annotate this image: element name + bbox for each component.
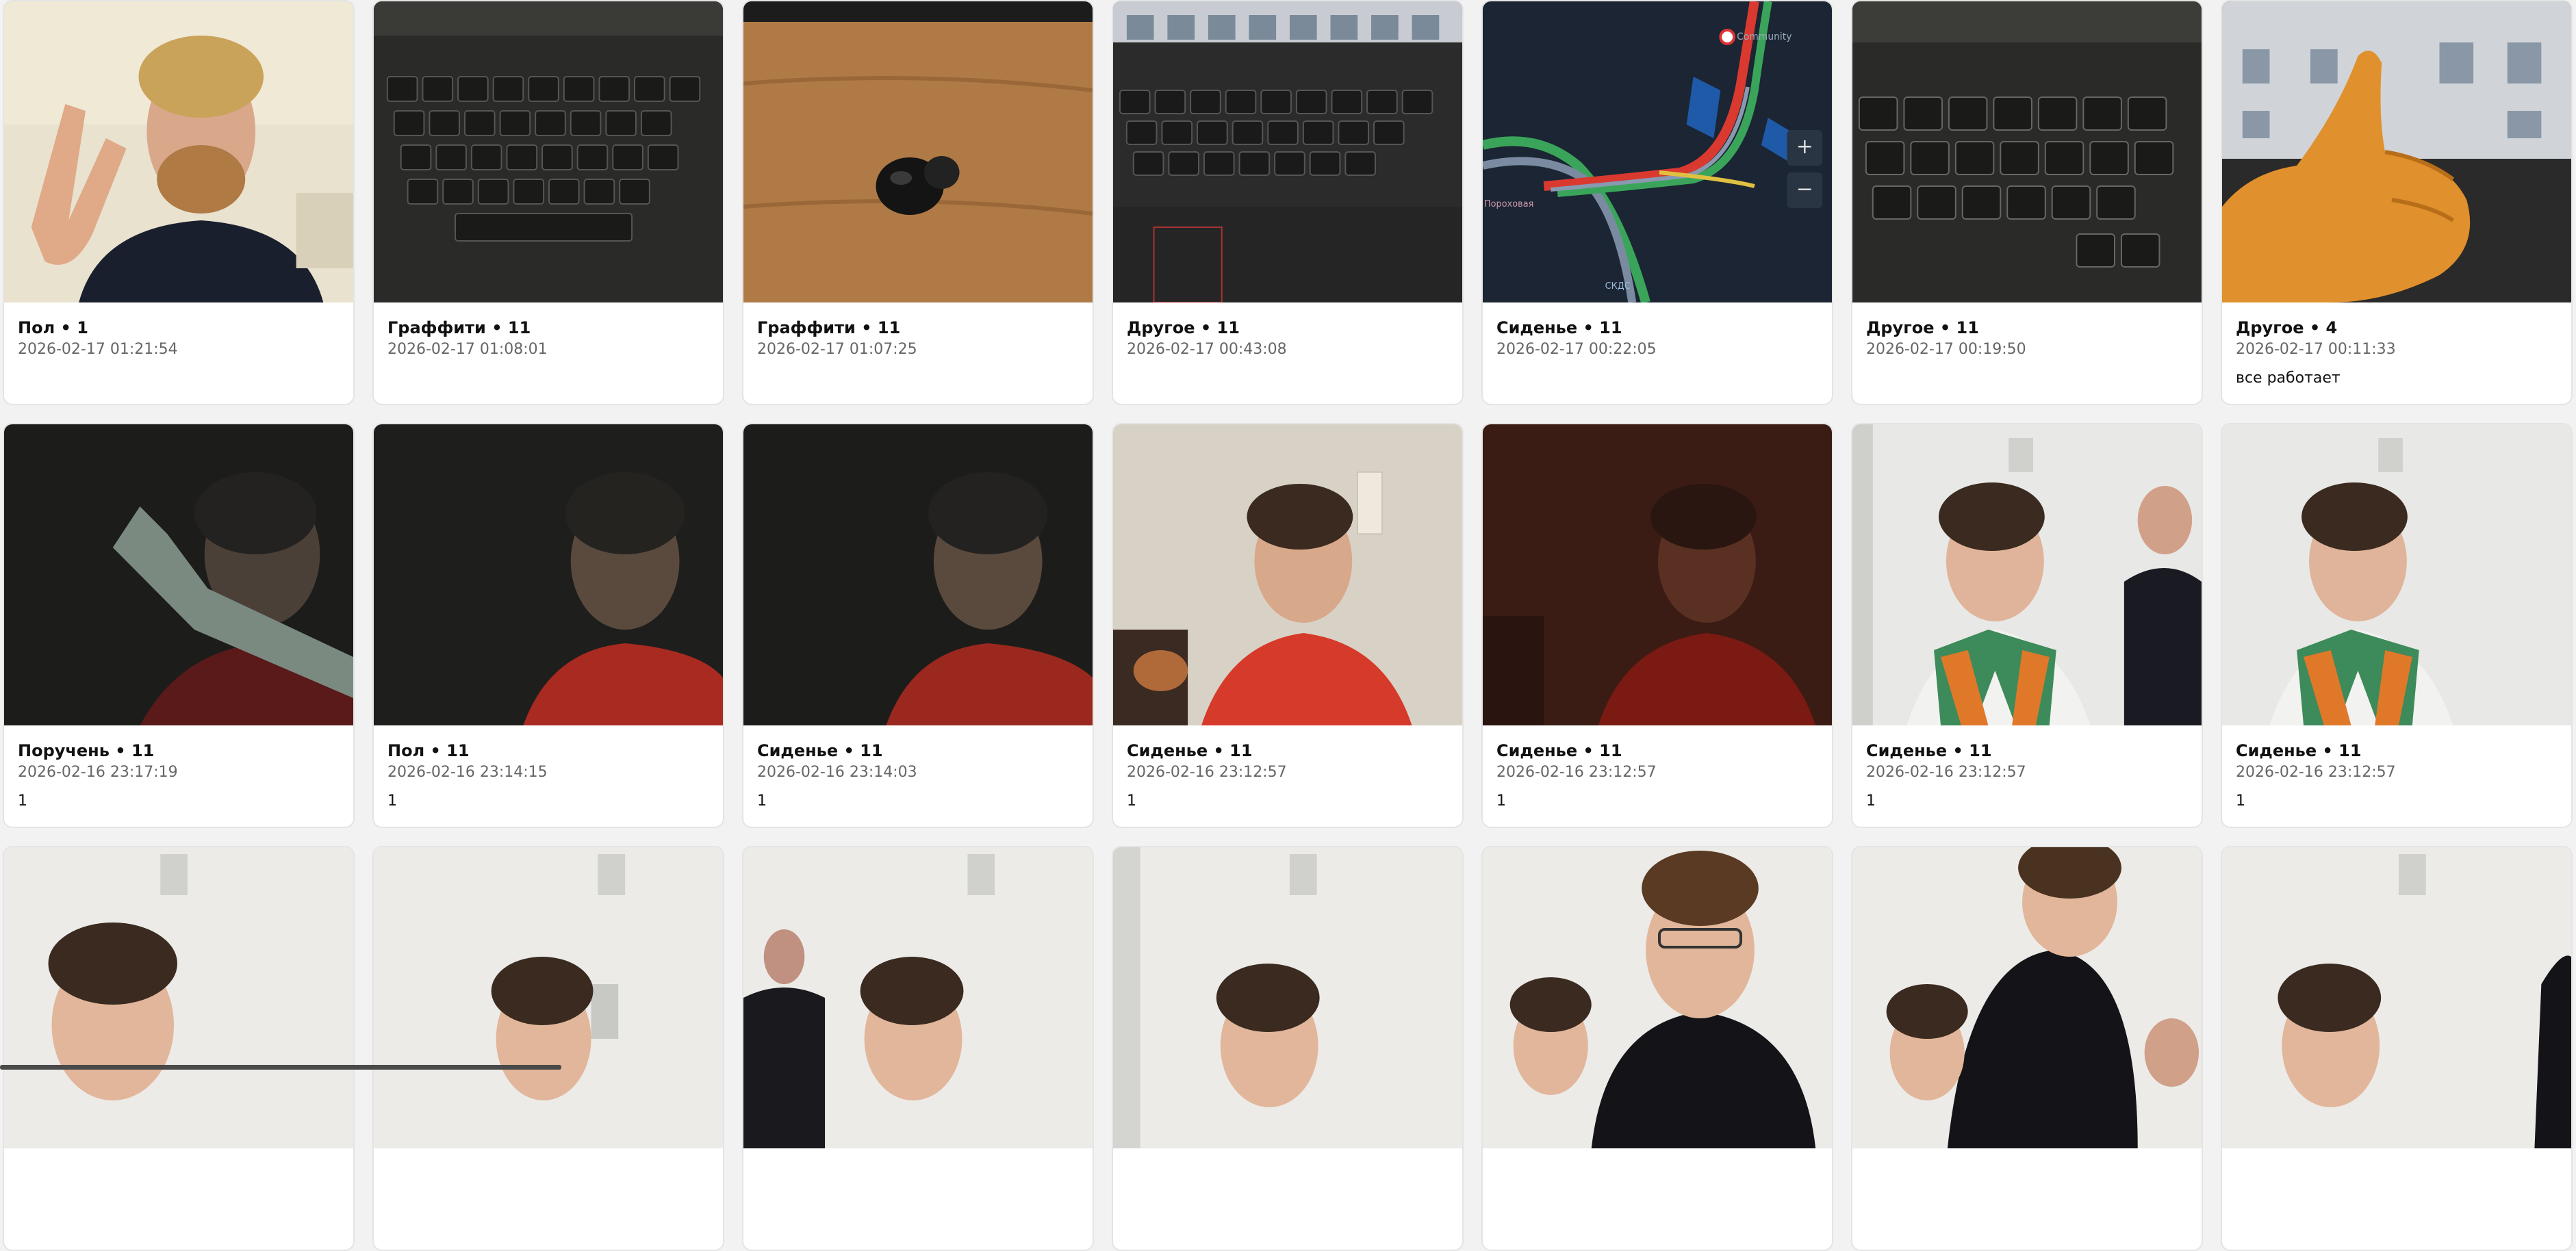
card-date: 2026-02-17 01:21:54: [18, 339, 342, 360]
card-date: 2026-02-16 23:12:57: [1496, 762, 1821, 783]
card-date: 2026-02-16 23:12:57: [1127, 762, 1451, 783]
photo-card[interactable]: Другое • 4 2026-02-17 00:11:33 все работ…: [2221, 0, 2573, 405]
photo-thumbnail: [1483, 847, 1832, 1148]
photo-thumbnail: [1852, 847, 2202, 1148]
photo-card[interactable]: Пол • 11 2026-02-16 23:14:15 1: [372, 423, 724, 828]
card-title: Пол • 1: [18, 318, 342, 338]
card-note: все работает: [2236, 368, 2560, 389]
photo-card[interactable]: [2221, 846, 2573, 1251]
photo-card[interactable]: [742, 846, 1094, 1251]
card-note: 1: [1866, 791, 2191, 812]
photo-card[interactable]: [372, 846, 724, 1251]
card-date: 2026-02-16 23:14:03: [757, 762, 1082, 783]
photo-thumbnail: [4, 1, 353, 302]
card-note: 1: [1496, 791, 1821, 812]
photo-thumbnail: [374, 847, 723, 1148]
card-date: 2026-02-16 23:17:19: [18, 762, 342, 783]
card-note: 1: [2236, 791, 2560, 812]
photo-card[interactable]: Поручень • 11 2026-02-16 23:17:19 1: [3, 423, 355, 828]
photo-card[interactable]: Сиденье • 11 2026-02-16 23:14:03 1: [742, 423, 1094, 828]
photo-thumbnail: Community Пороховая СКДС + −: [1483, 1, 1832, 302]
card-note: 1: [387, 791, 712, 812]
photo-card[interactable]: Другое • 11 2026-02-17 00:43:08: [1112, 0, 1464, 405]
photo-thumbnail: [1483, 424, 1832, 725]
card-title: Другое • 4: [2236, 318, 2560, 338]
card-date: 2026-02-16 23:14:15: [387, 762, 712, 783]
svg-text:+: +: [1796, 135, 1813, 159]
photo-card[interactable]: Пол • 1 2026-02-17 01:21:54: [3, 0, 355, 405]
card-date: 2026-02-17 00:43:08: [1127, 339, 1451, 360]
photo-thumbnail: [2222, 1, 2571, 302]
photo-thumbnail: [1113, 847, 1462, 1148]
photo-thumbnail: [374, 1, 723, 302]
card-date: 2026-02-17 01:08:01: [387, 339, 712, 360]
photo-thumbnail: [1113, 424, 1462, 725]
card-title: Пол • 11: [387, 740, 712, 761]
photo-card[interactable]: Другое • 11 2026-02-17 00:19:50: [1851, 0, 2203, 405]
photo-card[interactable]: Сиденье • 11 2026-02-16 23:12:57 1: [1851, 423, 2203, 828]
photo-card[interactable]: Сиденье • 11 2026-02-16 23:12:57 1: [1112, 423, 1464, 828]
photo-thumbnail: [4, 424, 353, 725]
photo-thumbnail: [374, 424, 723, 725]
photo-card[interactable]: Сиденье • 11 2026-02-16 23:12:57 1: [2221, 423, 2573, 828]
photo-thumbnail: [2222, 847, 2571, 1148]
card-note: 1: [18, 791, 342, 812]
card-note: 1: [1127, 791, 1451, 812]
photo-thumbnail: [4, 847, 353, 1148]
card-date: 2026-02-17 00:22:05: [1496, 339, 1821, 360]
card-title: Сиденье • 11: [1496, 740, 1821, 761]
photo-thumbnail: [2222, 424, 2571, 725]
card-title: Граффити • 11: [757, 318, 1082, 338]
map-label-street: СКДС: [1605, 281, 1631, 292]
photo-thumbnail: [1852, 424, 2202, 725]
card-date: 2026-02-17 00:19:50: [1866, 339, 2191, 360]
card-title: Поручень • 11: [18, 740, 342, 761]
photo-thumbnail: [1113, 1, 1462, 302]
svg-text:−: −: [1796, 177, 1813, 201]
card-date: 2026-02-17 01:07:25: [757, 339, 1082, 360]
card-title: Сиденье • 11: [757, 740, 1082, 761]
photo-thumbnail: [743, 1, 1093, 302]
photo-thumbnail: [743, 847, 1093, 1148]
horizontal-scrollbar[interactable]: [0, 1065, 561, 1070]
photo-card[interactable]: [1851, 846, 2203, 1251]
photo-card[interactable]: Сиденье • 11 2026-02-16 23:12:57 1: [1481, 423, 1833, 828]
card-note: 1: [757, 791, 1082, 812]
card-date: 2026-02-16 23:12:57: [2236, 762, 2560, 783]
map-label-street: Пороховая: [1484, 199, 1533, 209]
photo-card[interactable]: [1112, 846, 1464, 1251]
photo-card[interactable]: [3, 846, 355, 1251]
photo-card[interactable]: Community Пороховая СКДС + − Сиденье • 1…: [1481, 0, 1833, 405]
card-date: 2026-02-16 23:12:57: [1866, 762, 2191, 783]
photo-thumbnail: [1852, 1, 2202, 302]
card-date: 2026-02-17 00:11:33: [2236, 339, 2560, 360]
card-title: Сиденье • 11: [1127, 740, 1451, 761]
card-title: Сиденье • 11: [2236, 740, 2560, 761]
card-title: Граффити • 11: [387, 318, 712, 338]
photo-grid: Пол • 1 2026-02-17 01:21:54: [3, 0, 2576, 1070]
card-title: Сиденье • 11: [1496, 318, 1821, 338]
photo-card[interactable]: [1481, 846, 1833, 1251]
photo-card[interactable]: Граффити • 11 2026-02-17 01:07:25: [742, 0, 1094, 405]
card-title: Другое • 11: [1866, 318, 2191, 338]
card-title: Другое • 11: [1127, 318, 1451, 338]
photo-thumbnail: [743, 424, 1093, 725]
card-title: Сиденье • 11: [1866, 740, 2191, 761]
map-label-community: Community: [1737, 31, 1791, 42]
photo-card[interactable]: Граффити • 11 2026-02-17 01:08:01: [372, 0, 724, 405]
